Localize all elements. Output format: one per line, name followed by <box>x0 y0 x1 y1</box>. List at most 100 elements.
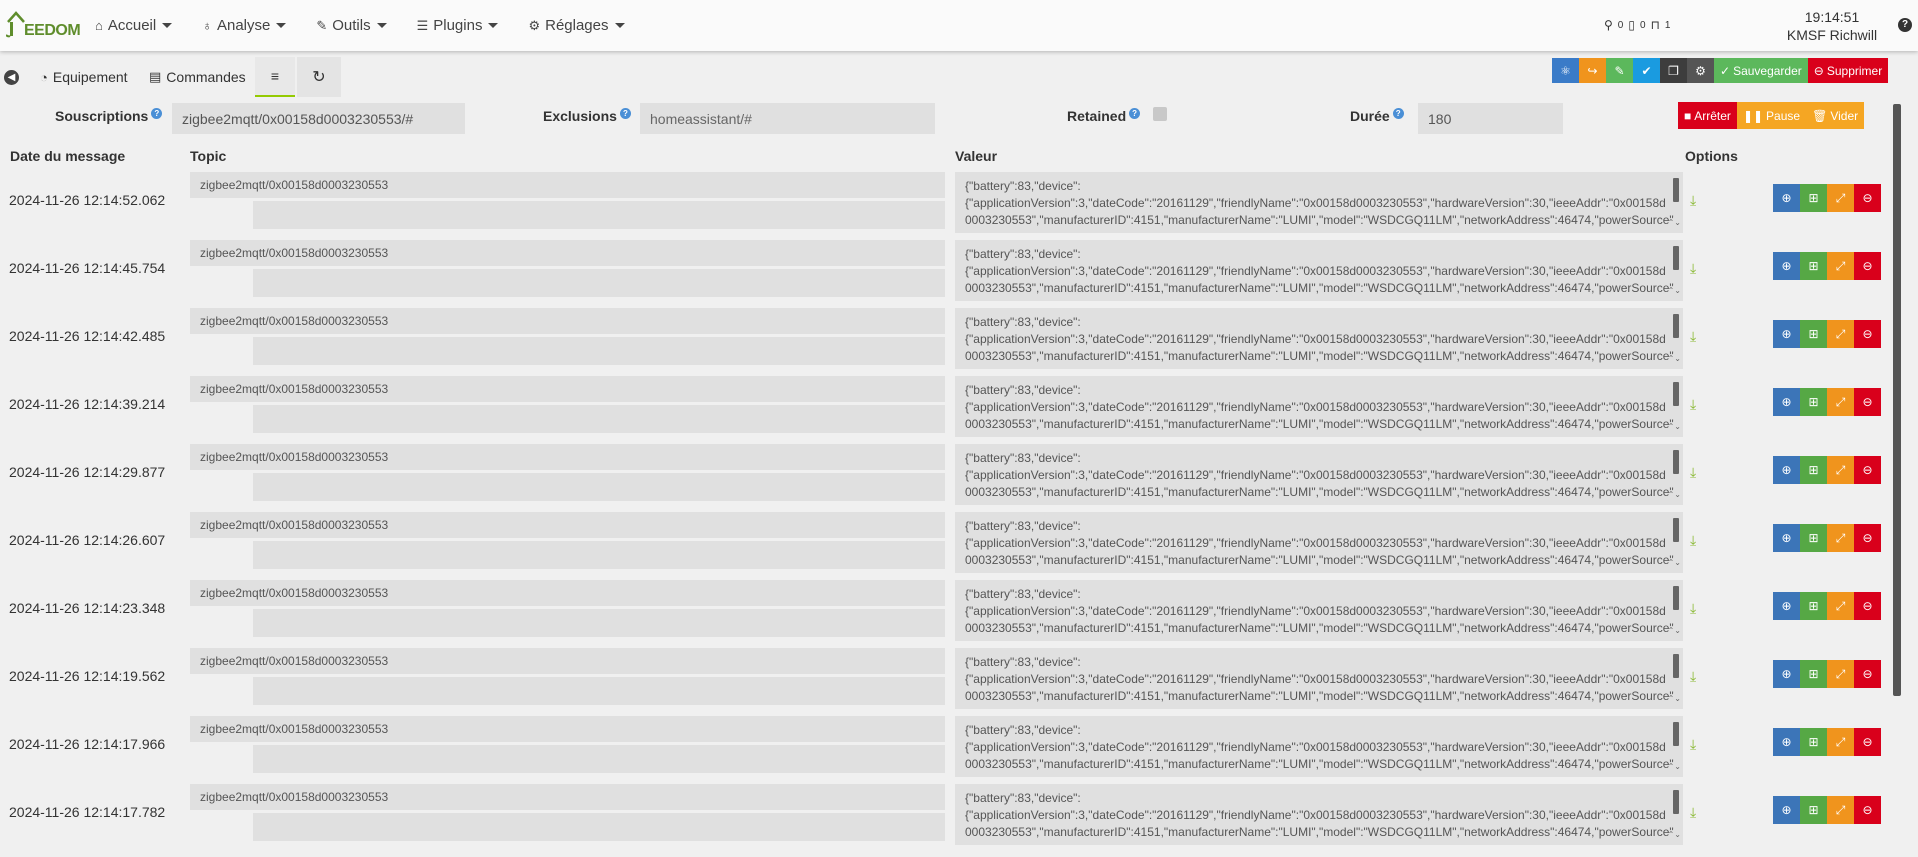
download-icon[interactable]: ⤓ <box>1690 600 1696 617</box>
resize-handle-icon[interactable]: ⌃⌄ <box>1668 554 1681 571</box>
resize-handle-icon[interactable]: ⌃⌄ <box>1668 418 1681 435</box>
remove-button[interactable]: ⊖ <box>1854 728 1881 756</box>
menu-plugins[interactable]: ☰ Plugins <box>417 0 513 51</box>
expand-button[interactable]: ⤢ <box>1827 524 1854 552</box>
expand-button[interactable]: ⤢ <box>1827 592 1854 620</box>
clear-button[interactable]: 🗑 Vider <box>1806 102 1865 129</box>
download-icon[interactable]: ⤓ <box>1690 804 1696 821</box>
value-textarea[interactable]: {"battery":83,"device": {"applicationVer… <box>955 784 1683 845</box>
download-icon[interactable]: ⤓ <box>1690 192 1696 209</box>
remove-button[interactable]: ⊖ <box>1854 320 1881 348</box>
resize-handle-icon[interactable]: ⌃⌄ <box>1668 350 1681 367</box>
add-button[interactable]: ⊕ <box>1773 660 1800 688</box>
tab-refresh[interactable]: ↻ <box>297 57 341 97</box>
expand-button[interactable]: ⤢ <box>1827 456 1854 484</box>
expand-button[interactable]: ⤢ <box>1827 796 1854 824</box>
help-icon[interactable]: ? <box>1898 18 1912 32</box>
expand-button[interactable]: ⤢ <box>1827 320 1854 348</box>
duration-input[interactable] <box>1418 103 1563 134</box>
question-icon[interactable]: ? <box>1129 108 1141 119</box>
download-icon[interactable]: ⤓ <box>1690 464 1696 481</box>
topic-field[interactable]: zigbee2mqtt/0x00158d0003230553 <box>190 444 945 470</box>
topic-field[interactable]: zigbee2mqtt/0x00158d0003230553 <box>190 240 945 266</box>
back-arrow-icon[interactable]: ◀ <box>4 70 19 85</box>
topic-field[interactable]: zigbee2mqtt/0x00158d0003230553 <box>190 308 945 334</box>
value-textarea[interactable]: {"battery":83,"device": {"applicationVer… <box>955 512 1683 573</box>
remove-button[interactable]: ⊖ <box>1854 388 1881 416</box>
add-command-button[interactable]: ⊞ <box>1800 796 1827 824</box>
share-button[interactable]: ↪ <box>1579 58 1606 83</box>
add-command-button[interactable]: ⊞ <box>1800 456 1827 484</box>
add-command-button[interactable]: ⊞ <box>1800 388 1827 416</box>
remove-button[interactable]: ⊖ <box>1854 456 1881 484</box>
value-textarea[interactable]: {"battery":83,"device": {"applicationVer… <box>955 648 1683 709</box>
resize-handle-icon[interactable]: ⌃⌄ <box>1668 622 1681 639</box>
textarea-scrollbar[interactable] <box>1673 382 1679 406</box>
tab-commandes[interactable]: ▤ Commandes <box>149 57 246 97</box>
question-icon[interactable]: ? <box>619 108 631 119</box>
copy-button[interactable]: ❐ <box>1660 58 1687 83</box>
jeedom-logo[interactable]: EEDOM <box>6 10 81 42</box>
remove-button[interactable]: ⊖ <box>1854 184 1881 212</box>
textarea-scrollbar[interactable] <box>1673 178 1679 202</box>
topic-field[interactable]: zigbee2mqtt/0x00158d0003230553 <box>190 172 945 198</box>
textarea-scrollbar[interactable] <box>1673 790 1679 814</box>
menu-reglages[interactable]: ⚙ Réglages <box>528 0 638 51</box>
download-icon[interactable]: ⤓ <box>1690 736 1696 753</box>
remove-button[interactable]: ⊖ <box>1854 252 1881 280</box>
value-textarea[interactable]: {"battery":83,"device": {"applicationVer… <box>955 240 1683 301</box>
resize-handle-icon[interactable]: ⌃⌄ <box>1668 758 1681 775</box>
topic-field[interactable]: zigbee2mqtt/0x00158d0003230553 <box>190 784 945 810</box>
delete-button[interactable]: ⊖ Supprimer <box>1807 58 1889 83</box>
door-icon[interactable]: ▯ <box>1628 18 1635 32</box>
exclusions-input[interactable] <box>640 103 935 134</box>
value-textarea[interactable]: {"battery":83,"device": {"applicationVer… <box>955 172 1683 233</box>
add-button[interactable]: ⊕ <box>1773 388 1800 416</box>
add-button[interactable]: ⊕ <box>1773 592 1800 620</box>
topic-subfield[interactable] <box>253 677 945 705</box>
add-command-button[interactable]: ⊞ <box>1800 728 1827 756</box>
page-scrollbar[interactable] <box>1893 104 1901 696</box>
topic-field[interactable]: zigbee2mqtt/0x00158d0003230553 <box>190 512 945 538</box>
topic-subfield[interactable] <box>253 541 945 569</box>
add-button[interactable]: ⊕ <box>1773 456 1800 484</box>
cubes-button[interactable]: ⚛ <box>1552 58 1579 83</box>
topic-subfield[interactable] <box>253 609 945 637</box>
stop-button[interactable]: ■ Arrêter <box>1678 102 1737 129</box>
menu-analyse[interactable]: ♁ Analyse <box>202 0 300 51</box>
topic-subfield[interactable] <box>253 201 945 229</box>
remove-button[interactable]: ⊖ <box>1854 524 1881 552</box>
motion-icon[interactable]: ⚲ <box>1604 18 1613 32</box>
topic-subfield[interactable] <box>253 337 945 365</box>
expand-button[interactable]: ⤢ <box>1827 388 1854 416</box>
topic-subfield[interactable] <box>253 269 945 297</box>
resize-handle-icon[interactable]: ⌃⌄ <box>1668 826 1681 843</box>
remove-button[interactable]: ⊖ <box>1854 796 1881 824</box>
value-textarea[interactable]: {"battery":83,"device": {"applicationVer… <box>955 580 1683 641</box>
add-button[interactable]: ⊕ <box>1773 524 1800 552</box>
tab-equipement[interactable]: ◔ Equipement <box>40 57 128 97</box>
config-button[interactable]: ⚙ <box>1687 58 1714 83</box>
tab-log[interactable]: ≡ <box>255 57 295 97</box>
value-textarea[interactable]: {"battery":83,"device": {"applicationVer… <box>955 444 1683 505</box>
question-icon[interactable]: ? <box>151 108 163 119</box>
check-button[interactable]: ✔ <box>1633 58 1660 83</box>
add-button[interactable]: ⊕ <box>1773 728 1800 756</box>
resize-handle-icon[interactable]: ⌃⌄ <box>1668 486 1681 503</box>
resize-handle-icon[interactable]: ⌃⌄ <box>1668 214 1681 231</box>
add-command-button[interactable]: ⊞ <box>1800 252 1827 280</box>
resize-handle-icon[interactable]: ⌃⌄ <box>1668 282 1681 299</box>
textarea-scrollbar[interactable] <box>1673 450 1679 474</box>
topic-field[interactable]: zigbee2mqtt/0x00158d0003230553 <box>190 648 945 674</box>
download-icon[interactable]: ⤓ <box>1690 532 1696 549</box>
download-icon[interactable]: ⤓ <box>1690 260 1696 277</box>
expand-button[interactable]: ⤢ <box>1827 184 1854 212</box>
topic-subfield[interactable] <box>253 405 945 433</box>
expand-button[interactable]: ⤢ <box>1827 252 1854 280</box>
textarea-scrollbar[interactable] <box>1673 586 1679 610</box>
textarea-scrollbar[interactable] <box>1673 722 1679 746</box>
textarea-scrollbar[interactable] <box>1673 314 1679 338</box>
textarea-scrollbar[interactable] <box>1673 246 1679 270</box>
topic-field[interactable]: zigbee2mqtt/0x00158d0003230553 <box>190 716 945 742</box>
subscriptions-input[interactable] <box>172 103 465 134</box>
